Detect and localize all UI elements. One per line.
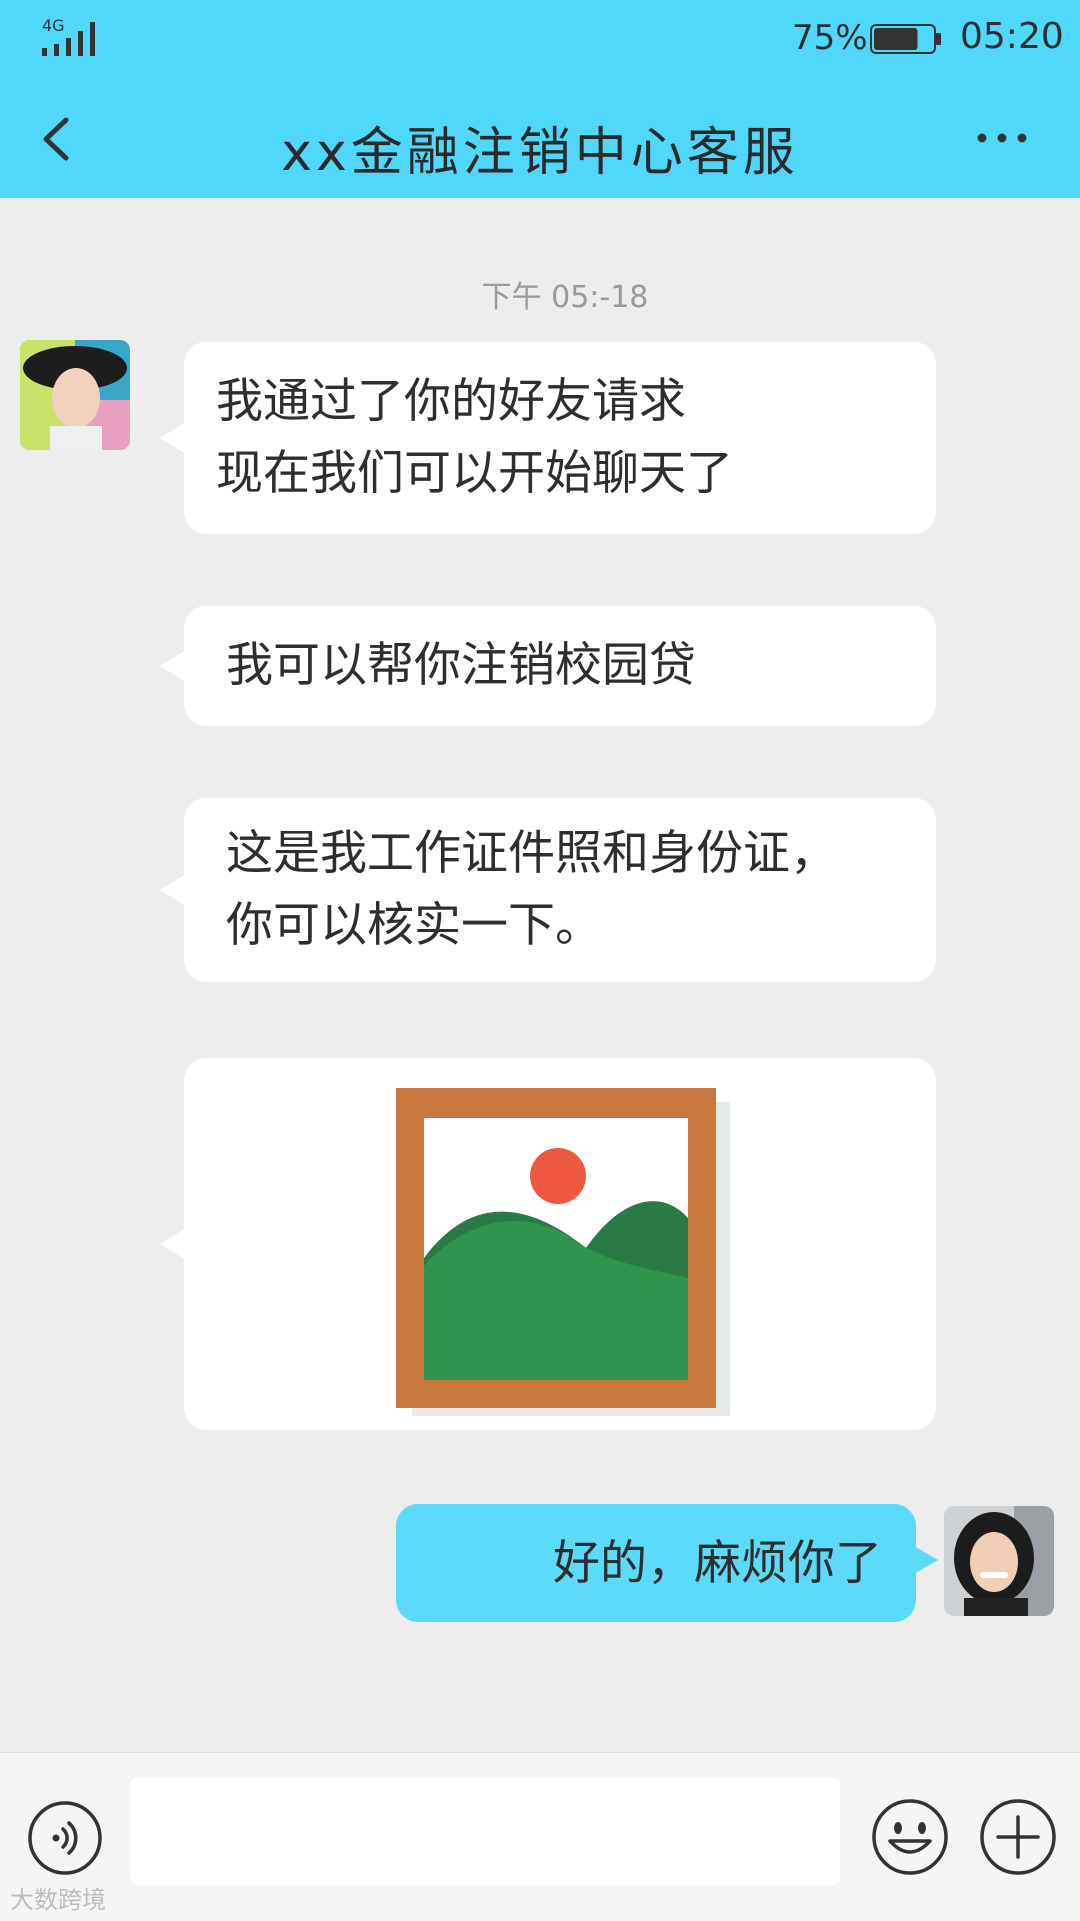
chat-title: xx金融注销中心客服 [281, 123, 799, 183]
message-input[interactable] [130, 1777, 840, 1885]
voice-icon[interactable] [26, 1799, 104, 1877]
input-bar [0, 1752, 1080, 1921]
battery-percent: 75% [792, 18, 868, 58]
message-bubble-image[interactable] [160, 1058, 936, 1430]
more-dots-icon[interactable] [972, 116, 1032, 160]
chat-header: xx金融注销中心客服 [0, 80, 1080, 198]
message-bubble-received: 这是我工作证件照和身份证， 你可以核实一下。 [160, 798, 936, 982]
message-text: 你可以核实一下。 [226, 898, 602, 953]
battery-icon [870, 24, 941, 54]
message-text: 好的，麻烦你了 [553, 1536, 882, 1591]
message-text: 我可以帮你注销校园贷 [226, 638, 696, 693]
message-bubble-received: .b1::before{} 我通过了你的好友请求 现在我们可以开始聊天了 [160, 342, 936, 534]
plus-icon[interactable] [978, 1797, 1058, 1877]
message-text: 这是我工作证件照和身份证， [226, 826, 837, 881]
message-text: 现在我们可以开始聊天了 [216, 446, 733, 501]
chat-timestamp: 下午 05:-18 [481, 280, 649, 315]
status-bar: 4G 75% 05:20 [0, 0, 1080, 80]
contact-avatar[interactable] [20, 340, 130, 450]
status-time: 05:20 [960, 16, 1064, 57]
message-text: 我通过了你的好友请求 [216, 374, 686, 429]
watermark: 大数跨境 [10, 1886, 106, 1914]
emoji-icon[interactable] [870, 1797, 950, 1877]
signal-icon [42, 22, 95, 56]
message-bubble-received: 我可以帮你注销校园贷 [160, 606, 936, 726]
message-bubble-sent: 好的，麻烦你了 [396, 1504, 938, 1622]
image-placeholder-icon [396, 1088, 730, 1416]
user-avatar[interactable] [944, 1506, 1054, 1616]
